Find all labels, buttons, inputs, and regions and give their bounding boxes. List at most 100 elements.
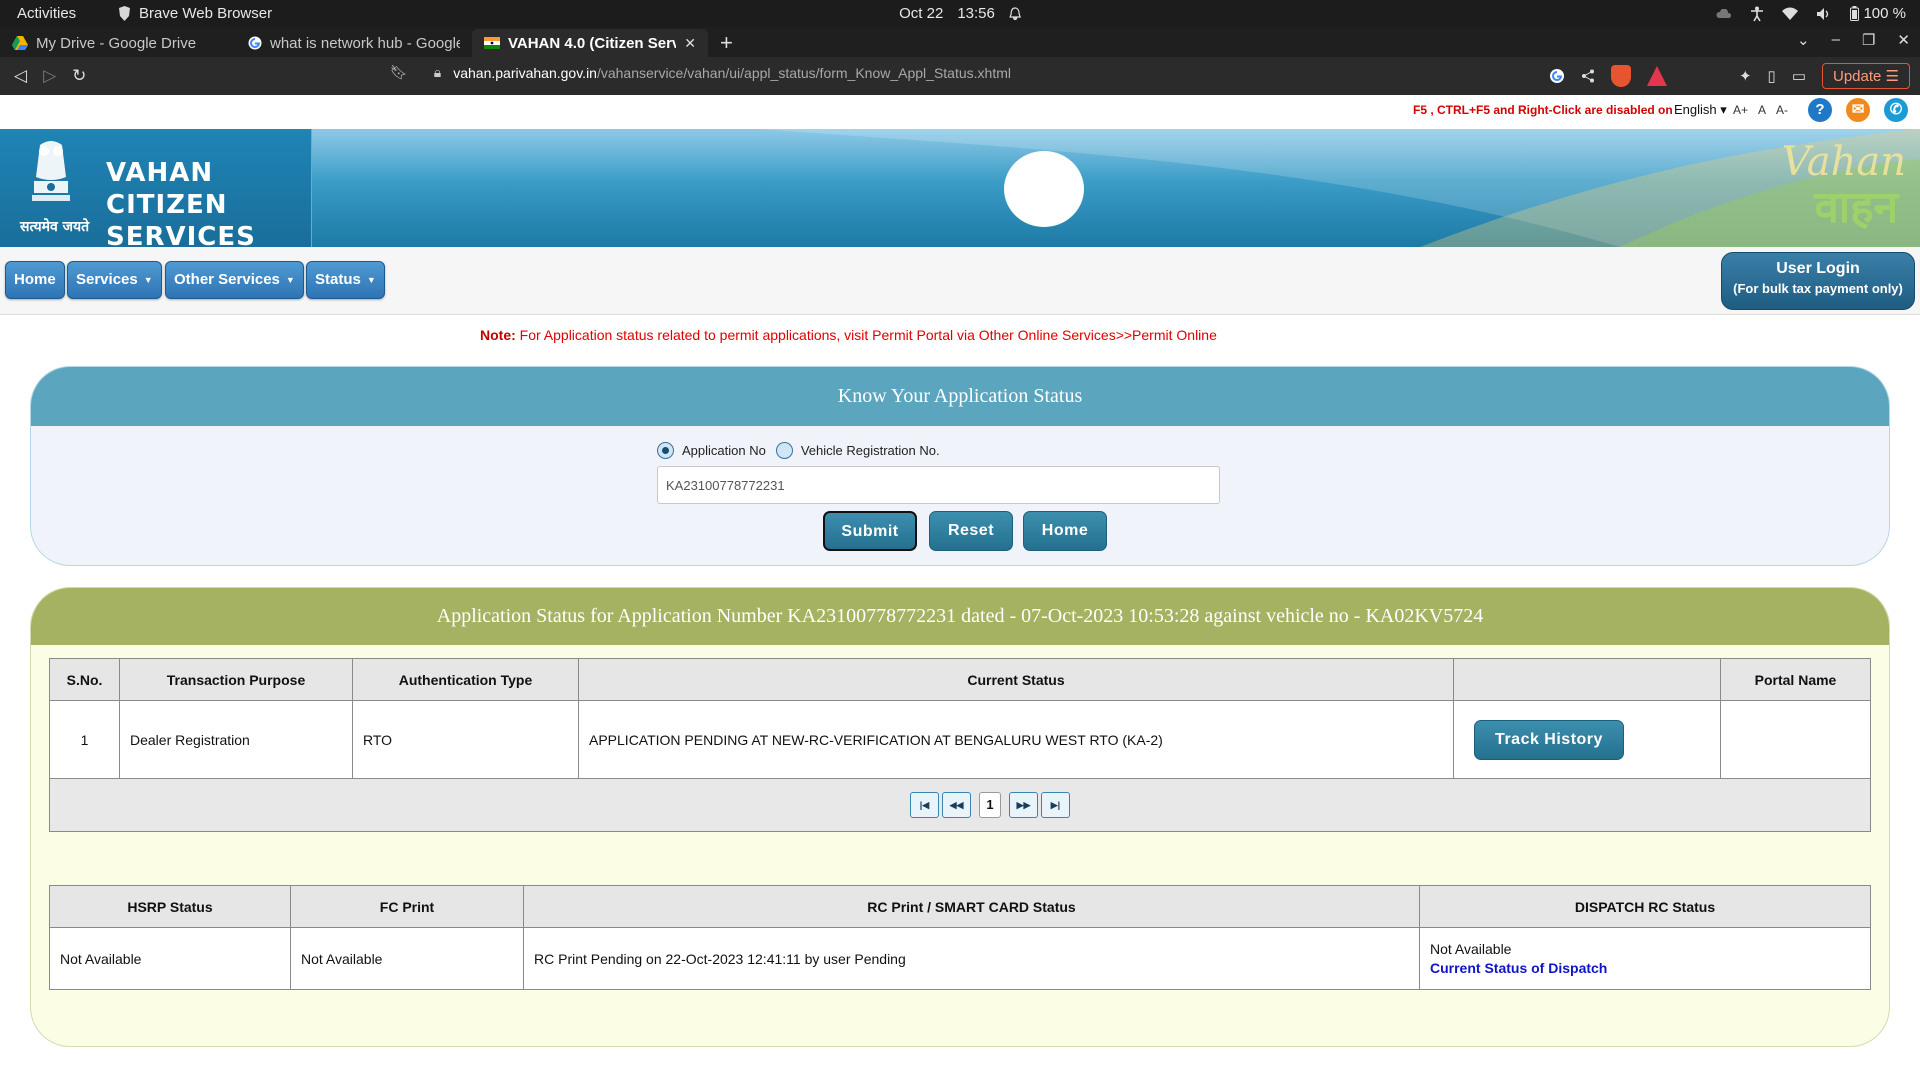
- google-lens-icon[interactable]: [1549, 68, 1565, 84]
- url-path: /vahanservice/vahan/ui/appl_status/form_…: [596, 64, 1011, 81]
- print-dispatch-table: HSRP Status FC Print RC Print / SMART CA…: [49, 885, 1871, 990]
- new-tab-button[interactable]: +: [708, 29, 745, 57]
- brave-rewards-icon[interactable]: [1646, 66, 1667, 86]
- close-tab-icon[interactable]: ✕: [684, 35, 696, 52]
- banner-brand[interactable]: सत्यमेव जयते VAHAN CITIZEN SERVICES: [0, 129, 312, 247]
- first-page-button[interactable]: |◀: [910, 792, 939, 818]
- track-history-button[interactable]: Track History: [1474, 719, 1624, 760]
- tab-google-search[interactable]: what is network hub - Google: [236, 29, 472, 57]
- current-status-of-dispatch-link[interactable]: Current Status of Dispatch: [1430, 960, 1860, 976]
- close-window-icon[interactable]: ✕: [1897, 31, 1910, 49]
- home-button[interactable]: Home: [1023, 511, 1107, 551]
- col-portal-name: Portal Name: [1720, 658, 1871, 701]
- system-tray[interactable]: 100 %: [1716, 5, 1906, 22]
- application-number-input[interactable]: [657, 466, 1220, 504]
- brave-shields-icon[interactable]: [1610, 65, 1631, 87]
- menu-status-label: Status: [315, 271, 361, 288]
- radio-vehicle-reg-no-label[interactable]: Vehicle Registration No.: [801, 443, 940, 458]
- help-icon[interactable]: ?: [1808, 98, 1832, 122]
- omnibox[interactable]: 🔖︎ 🔒︎ vahan.parivahan.gov.in/vahanservic…: [390, 64, 1011, 81]
- wallet-icon[interactable]: ▭: [1792, 67, 1806, 85]
- back-icon[interactable]: ◁: [14, 66, 27, 86]
- reset-button[interactable]: Reset: [929, 511, 1013, 551]
- table-row: Not Available Not Available RC Print Pen…: [49, 927, 1871, 990]
- status-table: S.No. Transaction Purpose Authentication…: [49, 658, 1871, 779]
- caret-down-icon: ▼: [143, 275, 153, 286]
- browser-tab-strip: My Drive - Google Drive what is network …: [0, 27, 1920, 57]
- last-page-button[interactable]: ▶|: [1041, 792, 1070, 818]
- cell-action: Track History: [1453, 700, 1721, 779]
- menu-status[interactable]: Status ▼: [306, 261, 385, 299]
- page-number[interactable]: 1: [979, 792, 1001, 818]
- toolbar-actions: ✦ ▯ ▭ Update ☰: [1549, 63, 1910, 89]
- dispatch-status-text: Not Available: [1430, 941, 1512, 957]
- url-host: vahan.parivahan.gov.in: [453, 64, 597, 81]
- update-label: Update: [1833, 68, 1882, 85]
- user-login-sublabel: (For bulk tax payment only): [1733, 281, 1903, 296]
- reload-icon[interactable]: ↻: [72, 66, 86, 86]
- clock-time: 13:56: [957, 5, 995, 22]
- user-login-button[interactable]: User Login (For bulk tax payment only): [1721, 252, 1915, 310]
- submit-button[interactable]: Submit: [823, 511, 917, 551]
- window-controls: ⌄ – ❐ ✕: [1797, 31, 1910, 49]
- cell-dispatch-rc-status: Not Available Current Status of Dispatch: [1419, 927, 1871, 990]
- col-transaction-purpose: Transaction Purpose: [119, 658, 353, 701]
- language-select[interactable]: English ▾: [1674, 102, 1727, 118]
- permit-note: Note: For Application status related to …: [480, 327, 1217, 343]
- know-status-heading: Know Your Application Status: [31, 367, 1889, 426]
- extensions-icon[interactable]: ✦: [1739, 67, 1752, 85]
- caret-down-icon: ▼: [366, 275, 376, 286]
- font-normal[interactable]: A: [1758, 103, 1766, 117]
- tab-search-icon[interactable]: ⌄: [1797, 31, 1810, 49]
- menu-services[interactable]: Services ▼: [67, 261, 162, 299]
- col-dispatch-rc-status: DISPATCH RC Status: [1419, 885, 1871, 928]
- bookmark-icon[interactable]: 🔖︎: [390, 64, 408, 81]
- prev-page-button[interactable]: ◀◀: [942, 792, 971, 818]
- app-menu[interactable]: Brave Web Browser: [118, 5, 272, 22]
- radio-application-no-label[interactable]: Application No: [682, 443, 766, 458]
- site-utility-bar: F5 , CTRL+F5 and Right-Click are disable…: [0, 95, 1920, 127]
- next-page-button[interactable]: ▶▶: [1009, 792, 1038, 818]
- clock-date: Oct 22: [899, 5, 944, 22]
- cell-portal-name: [1720, 700, 1871, 779]
- activities-button[interactable]: Activities: [17, 5, 76, 22]
- disabled-keys-warning: F5 , CTRL+F5 and Right-Click are disable…: [1413, 103, 1673, 117]
- application-status-heading: Application Status for Application Numbe…: [31, 588, 1889, 645]
- cell-rc-print-status: RC Print Pending on 22-Oct-2023 12:41:11…: [523, 927, 1420, 990]
- app-name: Brave Web Browser: [139, 5, 273, 22]
- menu-other-services[interactable]: Other Services ▼: [165, 261, 304, 299]
- phone-icon[interactable]: ✆: [1884, 98, 1908, 122]
- forward-icon[interactable]: ▷: [43, 66, 56, 86]
- radio-vehicle-reg-no[interactable]: [775, 442, 793, 459]
- email-icon[interactable]: ✉: [1846, 98, 1870, 122]
- wifi-icon: [1782, 7, 1799, 20]
- lock-icon[interactable]: 🔒︎: [434, 64, 441, 81]
- font-increase[interactable]: A+: [1733, 103, 1748, 117]
- radio-application-no[interactable]: [657, 442, 674, 459]
- status-table-header: S.No. Transaction Purpose Authentication…: [49, 658, 1871, 701]
- update-button[interactable]: Update ☰: [1822, 63, 1910, 89]
- maximize-icon[interactable]: ❐: [1862, 31, 1875, 49]
- share-icon[interactable]: [1581, 69, 1595, 83]
- emblem-motto: सत्यमेव जयते: [20, 219, 90, 235]
- main-menu: Home Services ▼ Other Services ▼ Status ▼ U…: [0, 247, 1920, 315]
- cell-transaction-purpose: Dealer Registration: [119, 700, 353, 779]
- bell-icon: [1009, 6, 1021, 20]
- know-status-panel: Know Your Application Status Application…: [30, 366, 1890, 566]
- cell-authentication-type: RTO: [352, 700, 579, 779]
- language-value: English: [1674, 102, 1717, 117]
- menu-home[interactable]: Home: [5, 261, 65, 299]
- menu-home-label: Home: [14, 271, 56, 288]
- font-decrease[interactable]: A-: [1776, 103, 1788, 117]
- site-title: VAHAN CITIZEN SERVICES: [106, 157, 311, 247]
- tab-vahan[interactable]: VAHAN 4.0 (Citizen Services) ✕: [472, 29, 708, 57]
- site-title-line1: VAHAN CITIZEN: [106, 158, 228, 220]
- os-top-bar: Activities Brave Web Browser Oct 22 13:5…: [0, 0, 1920, 27]
- cell-sno: 1: [49, 700, 120, 779]
- note-label: Note:: [480, 327, 516, 343]
- tab-google-drive[interactable]: My Drive - Google Drive: [0, 29, 236, 57]
- minimize-icon[interactable]: –: [1832, 31, 1840, 49]
- print-dispatch-header: HSRP Status FC Print RC Print / SMART CA…: [49, 885, 1871, 928]
- sidebar-icon[interactable]: ▯: [1768, 67, 1776, 85]
- clock[interactable]: Oct 22 13:56: [899, 5, 1021, 22]
